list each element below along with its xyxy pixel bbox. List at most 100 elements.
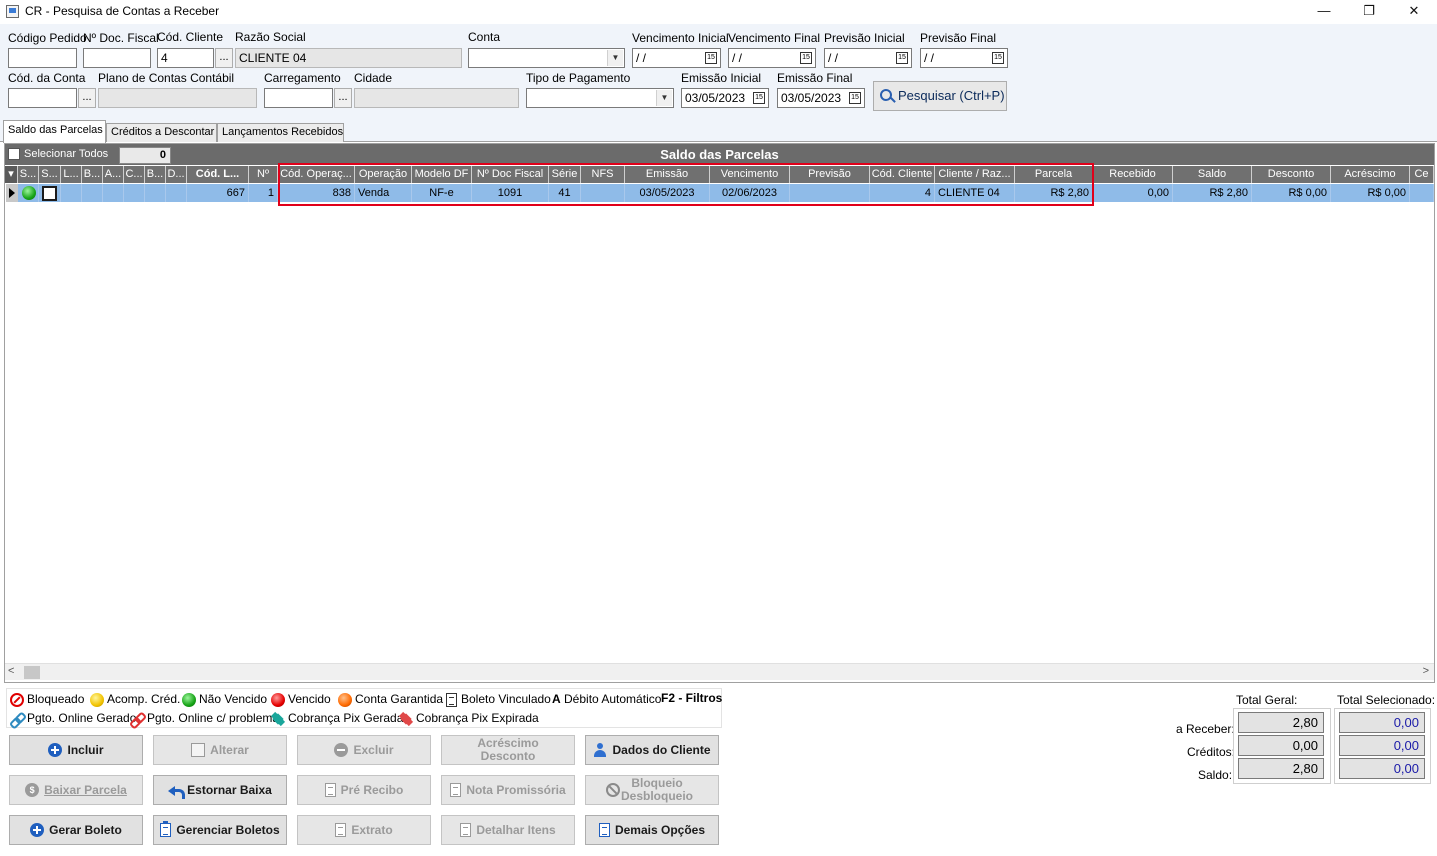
dados-cliente-button[interactable]: Dados do Cliente [585, 735, 719, 765]
select-all-checkbox[interactable]: Selecionar Todos [8, 148, 108, 162]
vencimento-inicial-input[interactable]: / / 15 [632, 48, 721, 68]
table-cell[interactable] [1410, 184, 1434, 202]
column-header[interactable]: Série [549, 166, 581, 183]
table-cell[interactable]: R$ 2,80 [1173, 184, 1252, 202]
column-header[interactable]: Recebido [1093, 166, 1173, 183]
num-doc-fiscal-input[interactable] [83, 48, 151, 68]
horizontal-scrollbar[interactable]: < > [5, 663, 1434, 680]
calendar-icon[interactable]: 15 [753, 92, 765, 104]
column-header[interactable]: Ce [1410, 166, 1434, 183]
table-cell[interactable]: 4 [870, 184, 935, 202]
column-header[interactable]: Emissão [625, 166, 710, 183]
calendar-icon[interactable]: 15 [705, 52, 717, 64]
incluir-button[interactable]: Incluir [9, 735, 143, 765]
table-cell[interactable]: R$ 0,00 [1252, 184, 1331, 202]
extrato-button[interactable]: Extrato [297, 815, 431, 845]
conta-select[interactable]: ▼ [468, 48, 625, 68]
minimize-button[interactable]: — [1301, 0, 1347, 24]
table-cell[interactable]: NF-e [412, 184, 472, 202]
table-cell[interactable]: 0,00 [1093, 184, 1173, 202]
table-cell[interactable]: 1 [249, 184, 278, 202]
column-header[interactable]: S... [39, 166, 61, 183]
cod-cliente-lookup-button[interactable]: ... [215, 48, 233, 68]
table-cell[interactable] [61, 184, 82, 202]
calendar-icon[interactable]: 15 [849, 92, 861, 104]
column-header[interactable]: Previsão [790, 166, 870, 183]
tab-saldo-parcelas[interactable]: Saldo das Parcelas [3, 120, 106, 143]
column-header[interactable]: Acréscimo [1331, 166, 1410, 183]
column-header[interactable]: L... [61, 166, 82, 183]
table-cell[interactable] [790, 184, 870, 202]
acrescimo-desconto-button[interactable]: Acréscimo Desconto [441, 735, 575, 765]
column-header[interactable]: Vencimento [710, 166, 790, 183]
table-cell[interactable]: 02/06/2023 [710, 184, 790, 202]
cod-cliente-input[interactable]: 4 [157, 48, 214, 68]
close-button[interactable]: ✕ [1391, 0, 1437, 24]
tipo-pagamento-select[interactable]: ▼ [526, 88, 674, 108]
calendar-icon[interactable]: 15 [896, 52, 908, 64]
column-header[interactable]: Cód. Operaç... [278, 166, 355, 183]
table-cell[interactable]: R$ 0,00 [1331, 184, 1410, 202]
table-cell[interactable]: 838 [278, 184, 355, 202]
gerenciar-boletos-button[interactable]: Gerenciar Boletos [153, 815, 287, 845]
table-cell[interactable] [124, 184, 145, 202]
emissao-final-input[interactable]: 03/05/2023 15 [777, 88, 865, 108]
calendar-icon[interactable]: 15 [800, 52, 812, 64]
table-cell[interactable]: 1091 [472, 184, 549, 202]
scroll-thumb[interactable] [24, 666, 40, 679]
cod-conta-input[interactable] [8, 88, 77, 108]
column-header[interactable]: Cód. L... [187, 166, 249, 183]
tab-creditos-descontar[interactable]: Créditos a Descontar [106, 123, 217, 142]
bloqueio-desbloqueio-button[interactable]: Bloqueio Desbloqueio [585, 775, 719, 805]
pre-recibo-button[interactable]: Pré Recibo [297, 775, 431, 805]
codigo-pedido-input[interactable] [8, 48, 77, 68]
column-header[interactable]: Nº Doc Fiscal [472, 166, 549, 183]
emissao-inicial-input[interactable]: 03/05/2023 15 [681, 88, 769, 108]
detalhar-itens-button[interactable]: Detalhar Itens [441, 815, 575, 845]
table-cell[interactable]: 03/05/2023 [625, 184, 710, 202]
table-cell[interactable]: CLIENTE 04 [935, 184, 1015, 202]
column-header[interactable]: NFS [581, 166, 625, 183]
table-cell[interactable] [82, 184, 103, 202]
column-header[interactable]: B... [145, 166, 166, 183]
vencimento-final-input[interactable]: / / 15 [728, 48, 816, 68]
scroll-right-icon[interactable]: > [1423, 665, 1429, 677]
chevron-down-icon[interactable]: ▼ [607, 50, 623, 66]
column-header[interactable]: Parcela [1015, 166, 1093, 183]
gerar-boleto-button[interactable]: Gerar Boleto [9, 815, 143, 845]
table-cell[interactable]: 667 [187, 184, 249, 202]
previsao-inicial-input[interactable]: / / 15 [824, 48, 912, 68]
table-cell[interactable] [581, 184, 625, 202]
column-header[interactable]: Modelo DF [412, 166, 472, 183]
column-header[interactable]: Nº [249, 166, 278, 183]
column-header[interactable]: B... [82, 166, 103, 183]
column-header[interactable]: S... [18, 166, 39, 183]
table-cell[interactable]: Venda [355, 184, 412, 202]
column-header[interactable]: D... [166, 166, 187, 183]
table-cell[interactable]: R$ 2,80 [1015, 184, 1093, 202]
scroll-left-icon[interactable]: < [8, 665, 14, 677]
estornar-baixa-button[interactable]: Estornar Baixa [153, 775, 287, 805]
carregamento-input[interactable] [264, 88, 333, 108]
column-header[interactable]: C... [124, 166, 145, 183]
chevron-down-icon[interactable]: ▼ [656, 90, 672, 106]
tab-lancamentos-recebidos[interactable]: Lançamentos Recebidos [217, 123, 344, 142]
column-header[interactable]: Desconto [1252, 166, 1331, 183]
column-header[interactable]: A... [103, 166, 124, 183]
previsao-final-input[interactable]: / / 15 [920, 48, 1008, 68]
alterar-button[interactable]: Alterar [153, 735, 287, 765]
demais-opcoes-button[interactable]: Demais Opções [585, 815, 719, 845]
table-cell[interactable] [145, 184, 166, 202]
restore-button[interactable]: ❐ [1346, 0, 1392, 24]
calendar-icon[interactable]: 15 [992, 52, 1004, 64]
table-cell[interactable]: 41 [549, 184, 581, 202]
excluir-button[interactable]: Excluir [297, 735, 431, 765]
row-select-checkbox[interactable] [42, 186, 57, 201]
cod-conta-lookup-button[interactable]: ... [78, 88, 96, 108]
column-header[interactable]: Saldo [1173, 166, 1252, 183]
column-header[interactable]: Cód. Cliente [870, 166, 935, 183]
search-button[interactable]: Pesquisar (Ctrl+P) [873, 81, 1007, 111]
table-cell[interactable] [166, 184, 187, 202]
column-header[interactable]: Operação [355, 166, 412, 183]
column-header[interactable]: Cliente / Raz... [935, 166, 1015, 183]
